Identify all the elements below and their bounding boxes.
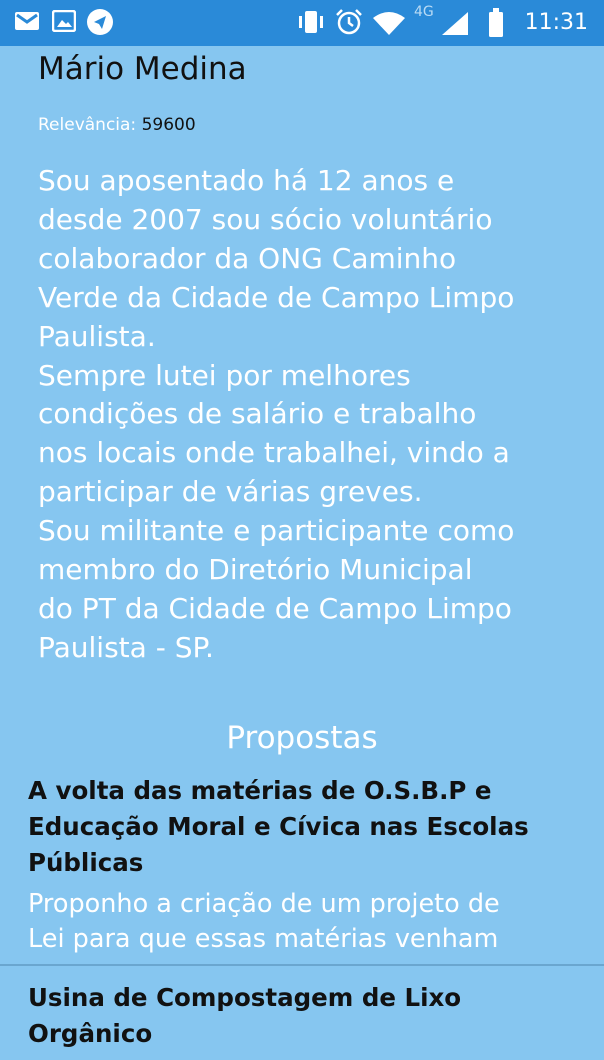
gallery-icon [51,9,77,36]
proposal-title: A volta das matérias de O.S.B.P e Educaç… [28,776,529,877]
proposal-title: Usina de Compostagem de Lixo Orgânico [28,983,462,1048]
telegram-icon [86,8,114,40]
relevance-label: Relevância: [38,115,137,135]
profile-bio: Sou aposentado há 12 anos e desde 2007 s… [38,164,515,664]
vibrate-icon [296,9,326,39]
relevance-value: 59600 [141,115,196,135]
gmail-icon [14,10,40,36]
status-time: 11:31 [524,10,588,35]
proposal-description: Proponho a criação de um projeto de Lei … [28,889,500,954]
network-type-label: 4G [414,4,434,20]
proposals-section-title: Propostas [226,720,378,756]
alarm-icon [334,8,364,40]
relevance-line: Relevância: 59600 [38,113,196,137]
proposal-divider [0,964,604,966]
profile-name: Mário Medina [38,51,247,87]
status-bar: 4G 11:31 [0,0,604,46]
battery-icon [488,8,504,42]
wifi-icon [372,12,406,40]
signal-icon [440,10,470,40]
